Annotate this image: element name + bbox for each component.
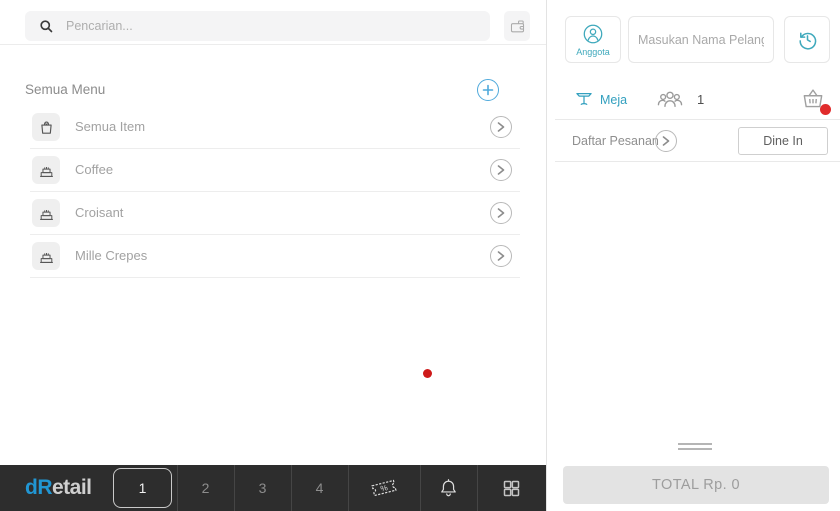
table-info-row: Meja 1 (547, 86, 840, 115)
order-panel: Anggota Meja (547, 0, 840, 511)
voucher-button[interactable]: % (348, 465, 420, 511)
chevron-right-icon[interactable] (490, 245, 512, 267)
order-slot-4-button[interactable]: 4 (291, 465, 348, 511)
order-slot-3-button[interactable]: 3 (234, 465, 291, 511)
menu-panel: Semua Menu Semua Item (0, 0, 546, 465)
logo-text-light: etail (52, 476, 92, 499)
chevron-right-icon[interactable] (490, 202, 512, 224)
search-input[interactable] (66, 19, 476, 33)
logo-text-blue: dR (25, 476, 53, 499)
order-history-icon (796, 28, 819, 51)
apps-grid-button[interactable] (477, 465, 546, 511)
cake-icon (32, 199, 60, 227)
guest-count[interactable]: 1 (697, 86, 704, 114)
wallet-button[interactable] (504, 11, 530, 41)
customer-name-field[interactable] (628, 16, 774, 63)
cursor-dot (423, 369, 432, 378)
notifications-button[interactable] (420, 465, 477, 511)
menu-category-row[interactable]: Mille Crepes (30, 235, 520, 278)
voucher-icon: % (369, 476, 399, 500)
add-menu-button[interactable] (477, 79, 499, 101)
menu-category-label: Mille Crepes (75, 248, 148, 263)
menu-category-row[interactable]: Semua Item (30, 106, 520, 149)
order-slot-1-button[interactable]: 1 (113, 468, 172, 508)
guests-icon[interactable] (655, 89, 685, 110)
wallet-icon (509, 18, 526, 35)
cake-icon (32, 156, 60, 184)
menu-category-label: Coffee (75, 162, 114, 177)
order-list-label: Daftar Pesanan (572, 134, 659, 148)
chevron-right-icon[interactable] (490, 116, 512, 138)
menu-category-label: Croisant (75, 205, 124, 220)
bell-icon (438, 477, 459, 499)
plus-icon (482, 84, 494, 96)
search-section-divider (0, 44, 546, 45)
order-slot-2-button[interactable]: 2 (177, 465, 234, 511)
svg-text:%: % (380, 483, 389, 493)
basket-button[interactable] (800, 87, 831, 115)
grid-icon (501, 478, 522, 499)
bottom-bar: dRetail 1 2 3 4 % (0, 465, 546, 511)
row-divider (555, 119, 840, 120)
search-bar[interactable] (25, 11, 490, 41)
member-button[interactable]: Anggota (565, 16, 621, 63)
menu-category-row[interactable]: Coffee (30, 149, 520, 192)
customer-name-input[interactable] (629, 32, 773, 47)
chevron-right-icon[interactable] (490, 159, 512, 181)
dine-in-button[interactable]: Dine In (738, 127, 828, 155)
total-button[interactable]: TOTAL Rp. 0 (563, 466, 829, 504)
shopping-bag-icon (32, 113, 60, 141)
order-list-row: Daftar Pesanan Dine In (547, 126, 840, 156)
menu-category-row[interactable]: Croisant (30, 192, 520, 235)
member-button-label: Anggota (576, 46, 610, 57)
drag-handle[interactable] (678, 443, 712, 450)
member-person-icon (582, 23, 604, 45)
order-history-button[interactable] (784, 16, 830, 63)
menu-section-title: Semua Menu (25, 82, 106, 97)
cake-icon (32, 242, 60, 270)
red-badge (820, 104, 831, 115)
row-divider (555, 161, 840, 162)
table-icon[interactable] (574, 89, 594, 109)
search-icon (39, 19, 66, 34)
menu-category-label: Semua Item (75, 119, 146, 134)
expand-order-list-button[interactable] (655, 130, 677, 152)
table-label[interactable]: Meja (600, 86, 627, 114)
dretail-logo: dRetail (25, 465, 92, 511)
